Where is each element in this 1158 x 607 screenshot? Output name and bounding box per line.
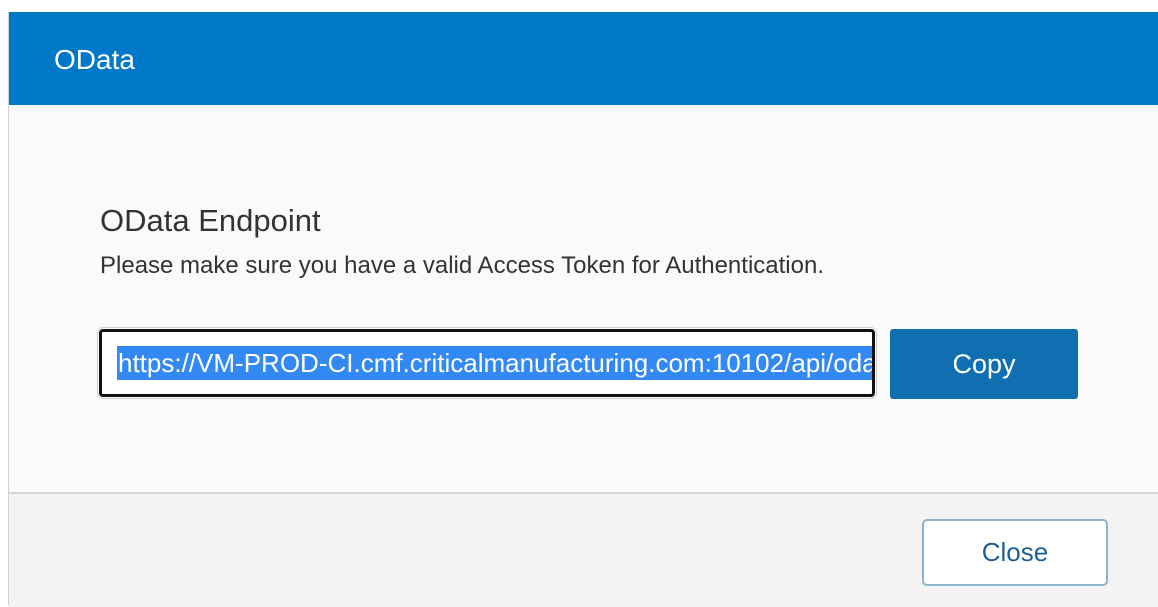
section-subtitle: Please make sure you have a valid Access… — [100, 252, 824, 279]
section-title: OData Endpoint — [100, 203, 321, 238]
dialog-header: OData — [9, 12, 1158, 105]
copy-button[interactable]: Copy — [890, 329, 1078, 399]
endpoint-url-field[interactable]: https://VM-PROD-CI.cmf.criticalmanufactu… — [97, 327, 877, 399]
dialog-title: OData — [54, 43, 135, 75]
odata-dialog: OData OData Endpoint Please make sure yo… — [8, 12, 1158, 607]
dialog-body: OData Endpoint Please make sure you have… — [9, 105, 1158, 492]
close-button[interactable]: Close — [922, 519, 1108, 586]
top-strip — [0, 0, 1158, 12]
endpoint-url-text[interactable]: https://VM-PROD-CI.cmf.criticalmanufactu… — [117, 346, 872, 380]
dialog-footer: Close — [9, 492, 1158, 607]
